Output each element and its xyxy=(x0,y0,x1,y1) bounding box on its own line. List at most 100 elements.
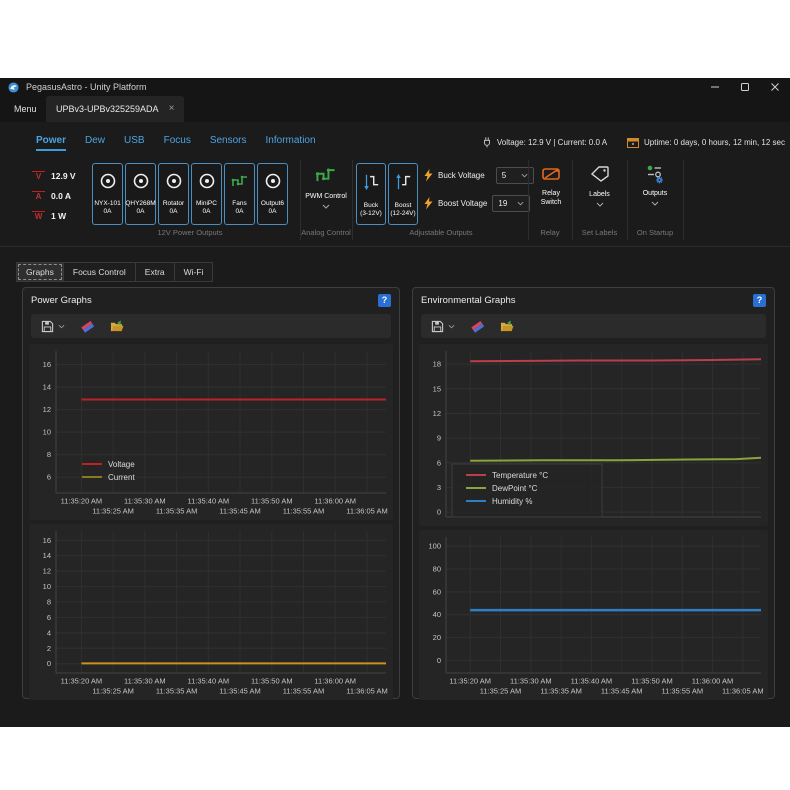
boost-button[interactable]: Boost(12-24V) xyxy=(388,163,418,225)
output-button-nyx101[interactable]: NYX-1010A xyxy=(92,163,123,225)
svg-text:11:36:00 AM: 11:36:00 AM xyxy=(314,677,356,686)
labels-button[interactable]: Labels xyxy=(576,164,623,207)
group-caption-analog: Analog Control xyxy=(300,228,352,237)
output-button-minipc[interactable]: MiniPC0A xyxy=(191,163,222,225)
svg-text:0: 0 xyxy=(437,508,441,517)
ribbon-tabs: Power Dew USB Focus Sensors Information xyxy=(36,135,316,151)
tab-close-icon[interactable]: × xyxy=(169,104,175,114)
output-label: MiniPC xyxy=(196,200,217,208)
tab-focus-control[interactable]: Focus Control xyxy=(64,262,136,282)
svg-text:11:35:25 AM: 11:35:25 AM xyxy=(480,687,522,696)
power-icon: W xyxy=(32,211,45,222)
output-button-rotator[interactable]: Rotator0A xyxy=(158,163,189,225)
ribbon-tab-sensors[interactable]: Sensors xyxy=(210,135,247,151)
svg-text:11:35:50 AM: 11:35:50 AM xyxy=(251,497,293,506)
pwm-control-button[interactable]: PWM Control xyxy=(302,164,350,209)
tab-extra[interactable]: Extra xyxy=(136,262,175,282)
output-button-qhy268m[interactable]: QHY268M0A xyxy=(125,163,156,225)
boost-voltage-select[interactable]: 19 xyxy=(492,195,530,212)
svg-text:11:36:05 AM: 11:36:05 AM xyxy=(346,507,388,516)
gear-icon xyxy=(656,177,663,184)
group-caption-on-startup: On Startup xyxy=(627,228,683,237)
svg-text:60: 60 xyxy=(433,587,441,596)
group-caption-adjustable: Adjustable Outputs xyxy=(356,228,526,237)
power-value: 1 W xyxy=(51,211,66,221)
svg-text:16: 16 xyxy=(43,536,51,545)
output-label: Output6 xyxy=(261,200,284,208)
output-label: NYX-101 xyxy=(94,200,120,208)
svg-text:12: 12 xyxy=(43,567,51,576)
chevron-down-icon xyxy=(448,324,455,329)
relay-switch-button[interactable]: Relay Switch xyxy=(530,164,572,207)
status-readouts: Voltage: 12.9 V | Current: 0.0 A Uptime:… xyxy=(482,136,785,148)
svg-text:8: 8 xyxy=(47,450,51,459)
svg-text:11:35:40 AM: 11:35:40 AM xyxy=(571,677,613,686)
svg-text:16: 16 xyxy=(43,360,51,369)
ribbon-tab-focus[interactable]: Focus xyxy=(164,135,191,151)
output-amps: 0A xyxy=(261,208,284,216)
svg-text:11:35:55 AM: 11:35:55 AM xyxy=(283,687,325,696)
close-button[interactable] xyxy=(760,78,790,96)
startup-outputs-button[interactable]: Outputs xyxy=(630,164,680,206)
svg-text:6: 6 xyxy=(47,473,51,482)
maximize-button[interactable] xyxy=(730,78,760,96)
current-value: 0.0 A xyxy=(51,191,71,201)
bolt-icon xyxy=(424,169,433,182)
open-folder-icon[interactable] xyxy=(110,320,124,333)
boost-step-up-icon xyxy=(394,172,412,192)
input-stats: V 12.9 V A 0.0 A W 1 W xyxy=(32,166,76,226)
help-button[interactable]: ? xyxy=(753,294,766,307)
svg-text:Voltage: Voltage xyxy=(108,460,135,469)
svg-text:11:36:00 AM: 11:36:00 AM xyxy=(314,497,356,506)
svg-text:14: 14 xyxy=(43,551,51,560)
svg-text:6: 6 xyxy=(437,458,441,467)
eraser-icon[interactable] xyxy=(81,320,94,333)
eraser-icon[interactable] xyxy=(471,320,484,333)
ribbon-separator xyxy=(0,246,790,247)
labels-label: Labels xyxy=(589,190,610,199)
save-chart-button[interactable] xyxy=(41,320,65,333)
minimize-button[interactable] xyxy=(700,78,730,96)
boost-voltage-label: Boost Voltage xyxy=(438,199,487,208)
panel-title: Environmental Graphs xyxy=(421,295,516,306)
environment-temperature-chart: 0369121518Temperature °CDewPoint °CHumid… xyxy=(419,344,768,526)
output-amps: 0A xyxy=(196,208,217,216)
svg-text:11:35:45 AM: 11:35:45 AM xyxy=(219,507,261,516)
power-stat: W 1 W xyxy=(32,206,76,226)
pwm-control-icon xyxy=(315,164,337,186)
save-icon xyxy=(431,320,444,333)
svg-text:Temperature °C: Temperature °C xyxy=(492,471,548,480)
menu-button[interactable]: Menu xyxy=(14,96,37,122)
chart-toolbar xyxy=(421,314,766,338)
current-icon: A xyxy=(32,191,45,202)
help-button[interactable]: ? xyxy=(378,294,391,307)
svg-text:14: 14 xyxy=(43,383,51,392)
voltage-value: 12.9 V xyxy=(51,171,76,181)
save-chart-button[interactable] xyxy=(431,320,455,333)
tab-wifi[interactable]: Wi-Fi xyxy=(175,262,214,282)
buck-label: Buck xyxy=(360,202,382,210)
app-logo-icon xyxy=(8,82,19,93)
svg-text:4: 4 xyxy=(47,628,51,637)
svg-text:0: 0 xyxy=(437,656,441,665)
ribbon-tab-power[interactable]: Power xyxy=(36,135,66,151)
svg-text:11:35:20 AM: 11:35:20 AM xyxy=(61,677,103,686)
buck-button[interactable]: Buck(3-12V) xyxy=(356,163,386,225)
svg-text:Current: Current xyxy=(108,473,135,482)
device-tab[interactable]: UPBv3-UPBv325259ADA × xyxy=(46,96,184,122)
svg-text:11:35:50 AM: 11:35:50 AM xyxy=(631,677,673,686)
ribbon-tab-usb[interactable]: USB xyxy=(124,135,145,151)
buck-range: (3-12V) xyxy=(360,210,382,218)
document-tabstrip: Menu UPBv3-UPBv325259ADA × xyxy=(0,96,790,122)
ribbon-tab-information[interactable]: Information xyxy=(266,135,316,151)
svg-text:2: 2 xyxy=(47,644,51,653)
pwm-wave-icon xyxy=(231,172,249,190)
chevron-down-icon xyxy=(596,202,604,207)
svg-text:11:35:25 AM: 11:35:25 AM xyxy=(92,507,134,516)
open-folder-icon[interactable] xyxy=(500,320,514,333)
tab-graphs[interactable]: Graphs xyxy=(16,262,64,282)
output-button-output6[interactable]: Output60A xyxy=(257,163,288,225)
ribbon-tab-dew[interactable]: Dew xyxy=(85,135,105,151)
svg-text:11:35:40 AM: 11:35:40 AM xyxy=(188,497,230,506)
output-button-fans[interactable]: Fans0A xyxy=(224,163,255,225)
